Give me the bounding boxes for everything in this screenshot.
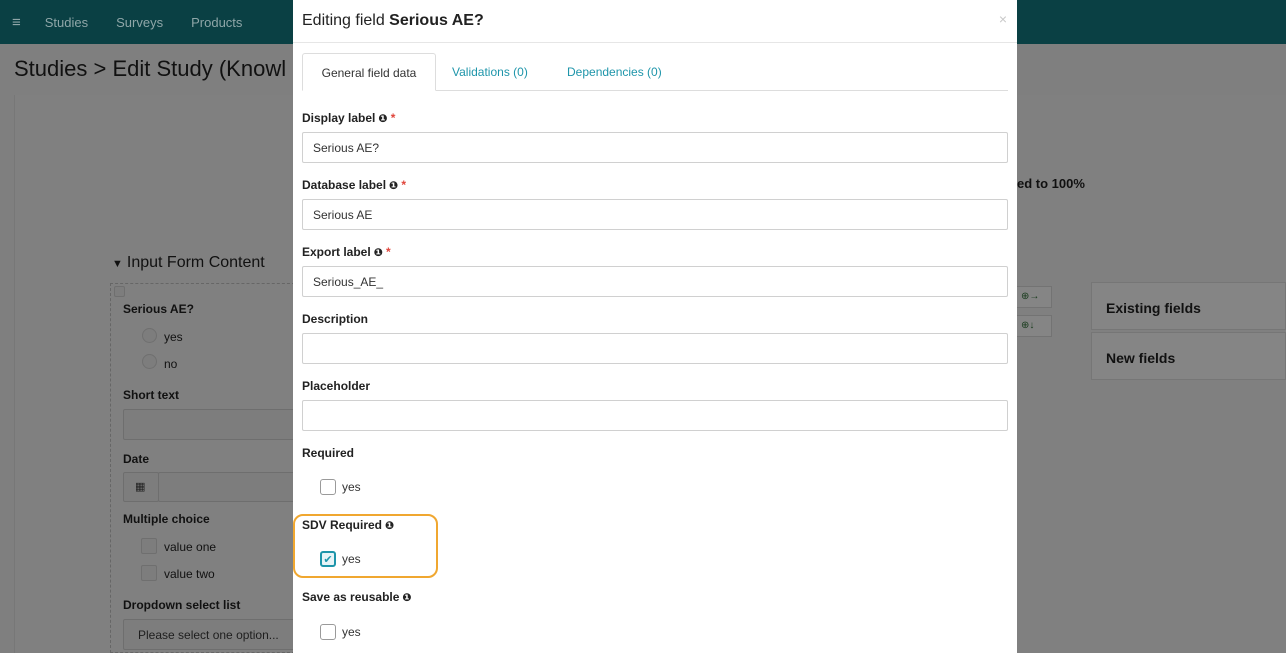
field-multiple-choice-label: Multiple choice [123, 512, 210, 526]
export-label-label: Export label ❶ * [302, 245, 391, 259]
radio-yes[interactable] [142, 328, 157, 343]
placeholder-input[interactable] [302, 400, 1008, 431]
sdv-required-text: SDV Required [302, 518, 383, 532]
save-reusable-checkbox[interactable] [320, 624, 336, 640]
radio-no[interactable] [142, 354, 157, 369]
modal-title-field-name: Serious AE? [389, 12, 484, 29]
checkbox-value-one[interactable] [141, 538, 157, 554]
sdv-required-label: SDV Required ❶ [302, 518, 394, 532]
database-label-label: Database label ❶ * [302, 178, 406, 192]
info-icon[interactable]: ❶ [378, 113, 387, 125]
display-label-label: Display label ❶ * [302, 111, 395, 125]
page-title: Studies > Edit Study (Knowl [14, 56, 287, 81]
field-select-checkbox[interactable] [114, 286, 125, 297]
info-icon[interactable]: ❶ [374, 247, 383, 259]
modal-title-prefix: Editing field [302, 12, 390, 29]
tab-general-field-data[interactable]: General field data [302, 53, 436, 91]
info-icon[interactable]: ❶ [402, 592, 411, 604]
field-date-label: Date [123, 452, 150, 466]
add-right-arrow-button[interactable]: ⊕→ [1016, 286, 1052, 308]
form-content-header-label: Input Form Content [126, 254, 265, 271]
required-asterisk: * [390, 111, 396, 125]
description-input[interactable] [302, 333, 1008, 364]
short-text-input[interactable] [123, 409, 295, 440]
description-label: Description [302, 312, 369, 326]
save-reusable-text: Save as reusable [302, 590, 400, 604]
required-option[interactable]: yes [320, 479, 361, 495]
save-reusable-option[interactable]: yes [320, 624, 361, 640]
field-short-text-label: Short text [123, 388, 180, 402]
modal-header: Editing field Serious AE? × [293, 0, 1017, 43]
date-input[interactable] [158, 472, 295, 502]
sdv-required-checkbox[interactable]: ✔ [320, 551, 336, 567]
nav-studies[interactable]: Studies [45, 15, 88, 30]
required-asterisk: * [401, 178, 407, 192]
info-icon[interactable]: ❶ [385, 520, 394, 532]
display-label-text: Display label [302, 111, 376, 125]
chevron-down-icon: ▼ [112, 258, 123, 270]
checkbox-value-two[interactable] [141, 565, 157, 581]
dropdown-select[interactable]: Please select one option... [123, 619, 295, 650]
modal-title: Editing field Serious AE? [302, 12, 1008, 30]
new-fields-tab[interactable]: New fields [1091, 332, 1286, 380]
hamburger-menu-icon[interactable]: ≡ [12, 14, 21, 31]
required-yes-label: yes [342, 480, 361, 494]
field-dropdown-label: Dropdown select list [123, 598, 241, 612]
edit-field-modal: Editing field Serious AE? × General fiel… [293, 0, 1017, 653]
export-label-input[interactable]: Serious_AE_ [302, 266, 1008, 297]
tab-validations[interactable]: Validations (0) [452, 53, 528, 91]
radio-no-label: no [164, 357, 178, 371]
existing-fields-tab[interactable]: Existing fields [1091, 282, 1286, 330]
save-reusable-yes-label: yes [342, 625, 361, 639]
placeholder-label: Placeholder [302, 379, 371, 393]
add-down-arrow-button[interactable]: ⊕↓ [1016, 315, 1052, 337]
checkbox-value-two-label: value two [164, 567, 215, 581]
field-serious-ae-label: Serious AE? [123, 302, 194, 316]
calendar-icon[interactable]: ▦ [123, 472, 159, 502]
required-checkbox[interactable] [320, 479, 336, 495]
progress-partial-text: ed to 100% [1017, 176, 1085, 191]
checkbox-value-one-label: value one [164, 540, 217, 554]
radio-yes-label: yes [164, 330, 183, 344]
tab-dependencies[interactable]: Dependencies (0) [567, 53, 662, 91]
nav-surveys[interactable]: Surveys [116, 15, 163, 30]
database-label-input[interactable]: Serious AE [302, 199, 1008, 230]
display-label-input[interactable]: Serious AE? [302, 132, 1008, 163]
checkmark-icon: ✔ [323, 553, 333, 566]
required-asterisk: * [386, 245, 391, 259]
database-label-text: Database label [302, 178, 387, 192]
form-content-header[interactable]: ▼ Input Form Content [112, 254, 265, 272]
modal-tabs: General field data Validations (0) Depen… [302, 53, 1008, 91]
close-icon[interactable]: × [999, 11, 1007, 27]
export-label-text: Export label [302, 245, 371, 259]
sdv-required-option[interactable]: ✔ yes [320, 551, 361, 567]
info-icon[interactable]: ❶ [389, 180, 398, 192]
sdv-required-yes-label: yes [342, 552, 361, 566]
save-reusable-label: Save as reusable ❶ [302, 590, 412, 604]
nav-products[interactable]: Products [191, 15, 242, 30]
required-label: Required [302, 446, 355, 460]
